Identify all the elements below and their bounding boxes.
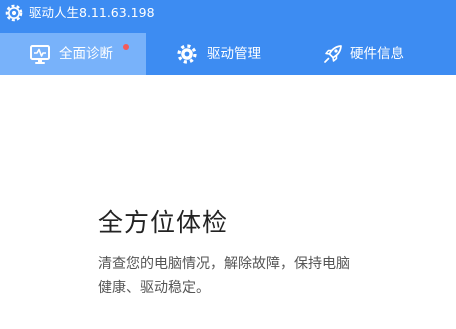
- page-description: 清查您的电脑情况，解除故障，保持电脑 健康、驱动稳定。: [98, 252, 418, 300]
- tab-hardware-info[interactable]: 硬件信息: [294, 33, 456, 75]
- app-title: 驱动人生8.11.63.198: [29, 5, 155, 20]
- description-line: 清查您的电脑情况，解除故障，保持电脑: [98, 256, 350, 272]
- title-bar: 驱动人生8.11.63.198: [0, 0, 456, 26]
- page-title: 全方位体检: [98, 208, 229, 237]
- tab-label: 驱动管理: [207, 46, 261, 62]
- rocket-icon: [324, 45, 342, 63]
- tab-driver-management[interactable]: 驱动管理: [146, 33, 294, 75]
- app-window: 驱动人生8.11.63.198 全面诊断 驱动管理 硬件信息 全方位体检 清查您…: [0, 0, 456, 329]
- monitor-pulse-icon: [30, 45, 50, 64]
- gear-icon: [177, 44, 197, 64]
- tab-label: 全面诊断: [59, 46, 113, 62]
- tab-full-diagnosis[interactable]: 全面诊断: [0, 33, 146, 75]
- description-line: 健康、驱动稳定。: [98, 280, 210, 296]
- tab-label: 硬件信息: [350, 46, 404, 62]
- gear-logo-icon: [5, 4, 23, 22]
- header: 驱动人生8.11.63.198 全面诊断 驱动管理 硬件信息: [0, 0, 456, 75]
- notification-dot: [123, 44, 129, 50]
